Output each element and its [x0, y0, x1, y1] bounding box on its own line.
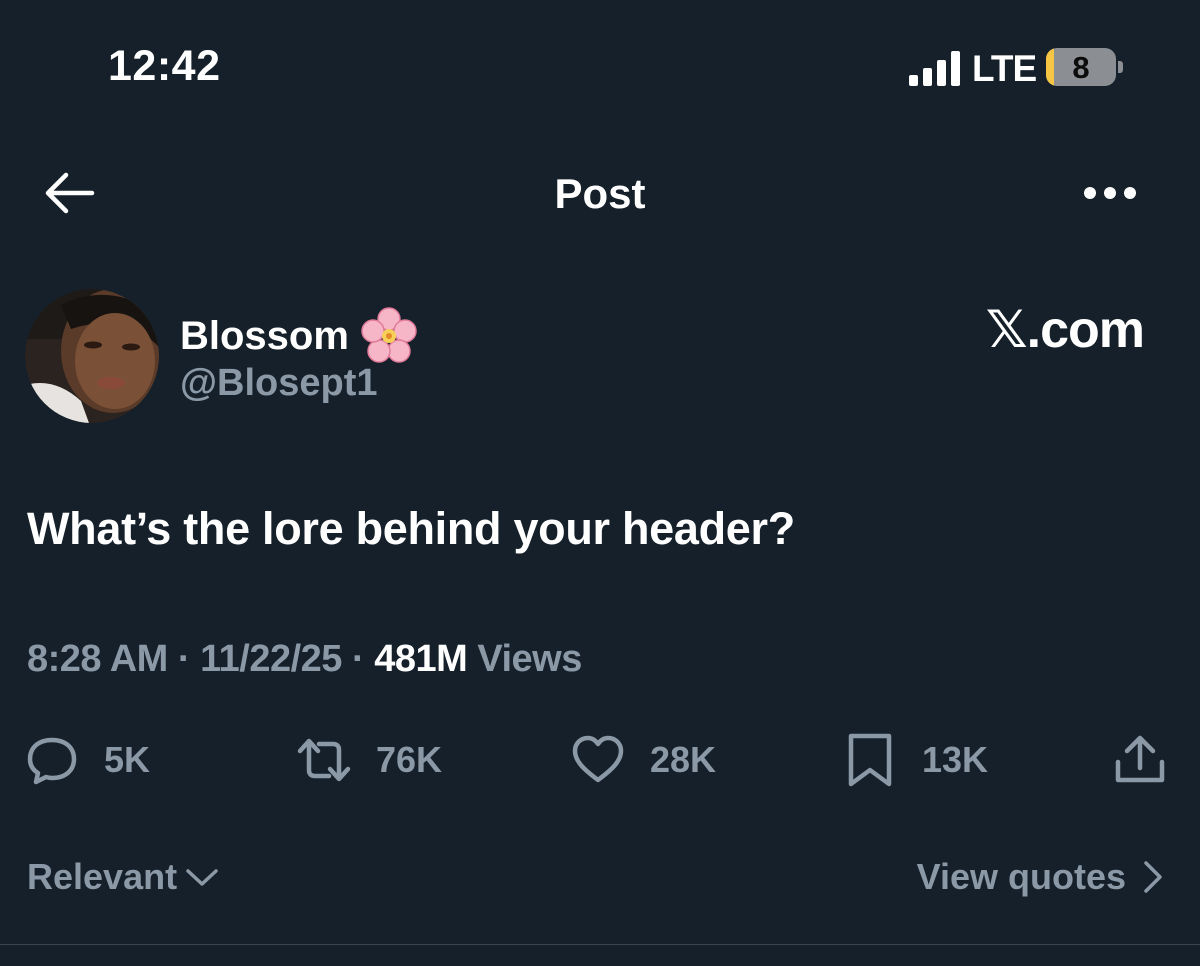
repost-count: 76K	[376, 739, 443, 780]
reply-icon	[27, 737, 77, 785]
more-options-icon[interactable]	[1082, 184, 1138, 202]
meta-separator: ·	[167, 638, 201, 680]
battery-tip	[1118, 61, 1123, 73]
sort-label: Relevant	[27, 856, 178, 897]
author-handle[interactable]: @Blosept1	[180, 362, 378, 405]
chevron-down-icon	[186, 869, 218, 886]
view-quotes-link[interactable]: View quotes	[917, 856, 1164, 898]
views-label: Views	[467, 638, 582, 680]
page-title: Post	[554, 170, 646, 217]
reply-button[interactable]: 5K	[24, 732, 150, 788]
sort-dropdown[interactable]: Relevant	[27, 856, 219, 898]
meta-separator: ·	[341, 638, 375, 680]
bookmark-icon	[848, 733, 892, 787]
view-quotes-label: View quotes	[916, 856, 1126, 897]
like-button[interactable]: 28K	[570, 732, 716, 788]
battery-level: 8	[1072, 50, 1090, 85]
battery-icon: 8	[1046, 48, 1116, 86]
author-name[interactable]: Blossom	[180, 306, 419, 366]
post-text: What’s the lore behind your header?	[27, 503, 795, 554]
like-count: 28K	[650, 739, 717, 780]
signal-icon	[909, 50, 965, 86]
share-icon	[1115, 735, 1165, 783]
bookmark-button[interactable]: 13K	[842, 732, 988, 788]
post-date: 11/22/25	[200, 638, 342, 680]
heart-icon	[572, 735, 624, 783]
repost-button[interactable]: 76K	[296, 732, 442, 788]
post-meta: 8:28 AM · 11/22/25 · 481M Views	[27, 638, 582, 681]
reply-count: 5K	[104, 739, 151, 780]
views-count[interactable]: 481M	[374, 638, 468, 680]
share-button[interactable]	[1112, 732, 1168, 788]
network-type: LTE	[972, 48, 1037, 89]
repost-icon	[297, 738, 351, 782]
divider	[0, 944, 1200, 945]
post-time: 8:28 AM	[27, 638, 168, 680]
status-time: 12:42	[108, 42, 221, 90]
display-name-text: Blossom	[180, 313, 349, 358]
avatar[interactable]	[25, 289, 159, 423]
bookmark-count: 13K	[922, 739, 989, 780]
x-watermark: 𝕏.com	[985, 301, 1145, 359]
cherry-blossom-icon	[361, 307, 417, 363]
chevron-right-icon	[1144, 861, 1162, 893]
